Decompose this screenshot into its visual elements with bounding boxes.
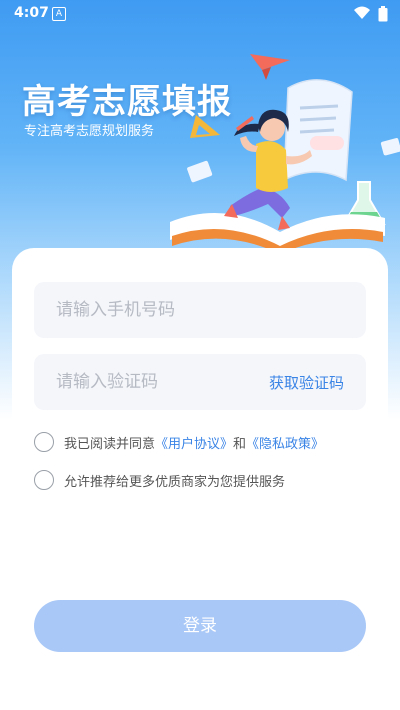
notification-icon: A (52, 7, 66, 21)
privacy-policy-link[interactable]: 《隐私政策》 (246, 433, 324, 452)
agreement-prefix: 我已阅读并同意 (64, 436, 156, 452)
status-bar: 4:07 A (0, 0, 400, 28)
status-time: 4:07 (14, 5, 49, 21)
login-button[interactable]: 登录 (34, 600, 366, 652)
recommend-text: 允许推荐给更多优质商家为您提供服务 (64, 474, 286, 490)
login-card: 获取验证码 我已阅读并同意 《用户协议》 和 《隐私政策》 允许推荐给更多优质商… (12, 248, 388, 710)
code-field: 获取验证码 (34, 354, 366, 410)
student-reading-illustration (170, 54, 400, 254)
battery-icon (378, 6, 388, 22)
agreement-row: 我已阅读并同意 《用户协议》 和 《隐私政策》 (34, 430, 324, 454)
user-agreement-link[interactable]: 《用户协议》 (155, 433, 233, 452)
phone-field (34, 282, 366, 338)
recommend-row: 允许推荐给更多优质商家为您提供服务 (34, 468, 285, 492)
agreement-checkbox[interactable] (34, 432, 54, 452)
phone-input[interactable] (34, 282, 366, 338)
get-code-button[interactable]: 获取验证码 (269, 372, 344, 393)
recommend-checkbox[interactable] (34, 470, 54, 490)
agreement-and: 和 (233, 436, 247, 452)
app-subtitle: 专注高考志愿规划服务 (24, 124, 155, 139)
wifi-icon (354, 6, 370, 19)
